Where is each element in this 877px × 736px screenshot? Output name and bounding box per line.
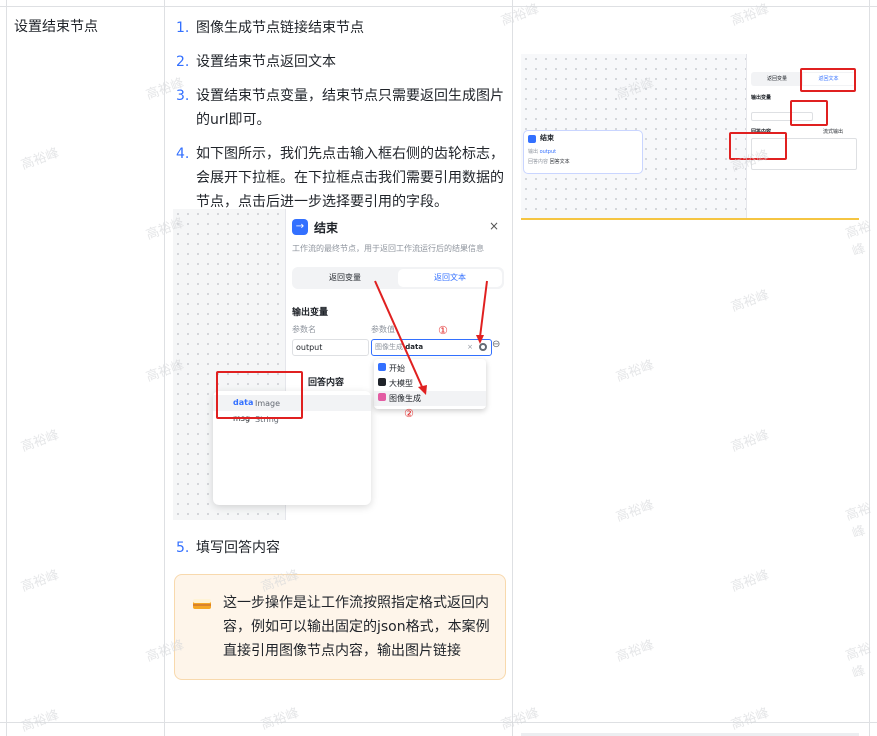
cake-icon [193, 599, 211, 609]
end-node-card[interactable]: 结束 输出 output 回答内容 回答文本 [523, 130, 643, 174]
end-node-icon [528, 135, 536, 143]
step-text: 图像生成节点链接结束节点 [196, 20, 364, 36]
step-number: 2. [176, 54, 190, 70]
column-divider [6, 0, 7, 736]
row-title: 设置结束节点 [14, 19, 98, 35]
screenshot-end-node-config: → 结束 × 工作流的最终节点，用于返回工作流运行后的结果信息 返回变量 返回文… [173, 209, 504, 520]
step-number: 4. [176, 146, 190, 162]
step-text: 填写回答内容 [196, 540, 280, 556]
highlight-box [800, 68, 856, 92]
list-item: 3. 设置结束节点变量，结束节点只需要返回生成图片的url即可。 [176, 84, 506, 132]
list-item: 4. 如下图所示，我们先点击输入框右侧的齿轮标志，会展开下拉框。在下拉框点击我们… [176, 142, 506, 214]
bottom-accent [521, 218, 859, 220]
column-divider [164, 0, 165, 736]
list-item: 5. 填写回答内容 [176, 536, 280, 560]
column-divider [512, 0, 513, 736]
tip-callout: 这一步操作是让工作流按照指定格式返回内容，例如可以输出固定的json格式，本案例… [174, 574, 506, 680]
steps-list: 1. 图像生成节点链接结束节点 2. 设置结束节点返回文本 3. 设置结束节点变… [176, 16, 506, 224]
row-divider [0, 722, 877, 723]
highlight-box [729, 132, 787, 160]
section-output-variables: 输出变量 [751, 95, 772, 101]
step-text: 设置结束节点返回文本 [196, 54, 336, 70]
screenshot-end-node-overview: 结束 输出 output 回答内容 回答文本 返回变量 返回文本 输出变量 回答… [521, 54, 859, 220]
step-number: 3. [176, 88, 190, 104]
step-number: 1. [176, 20, 190, 36]
stream-output-label: 流式输出 [823, 129, 844, 135]
step-text: 设置结束节点变量，结束节点只需要返回生成图片的url即可。 [196, 88, 504, 128]
node-row: 输出 output [528, 149, 557, 155]
column-divider [869, 0, 870, 736]
annotation-arrows [374, 280, 488, 395]
node-title: 结束 [540, 134, 554, 142]
highlight-box [790, 100, 828, 126]
node-row: 回答内容 回答文本 [528, 159, 570, 165]
callout-text: 这一步操作是让工作流按照指定格式返回内容，例如可以输出固定的json格式，本案例… [223, 595, 490, 659]
step-number: 5. [176, 540, 190, 556]
list-item: 1. 图像生成节点链接结束节点 [176, 16, 506, 40]
list-item: 2. 设置结束节点返回文本 [176, 50, 506, 74]
step-text: 如下图所示，我们先点击输入框右侧的齿轮标志，会展开下拉框。在下拉框点击我们需要引… [196, 146, 504, 210]
tab-return-variable[interactable]: 返回变量 [751, 72, 803, 86]
row-divider [0, 6, 877, 7]
